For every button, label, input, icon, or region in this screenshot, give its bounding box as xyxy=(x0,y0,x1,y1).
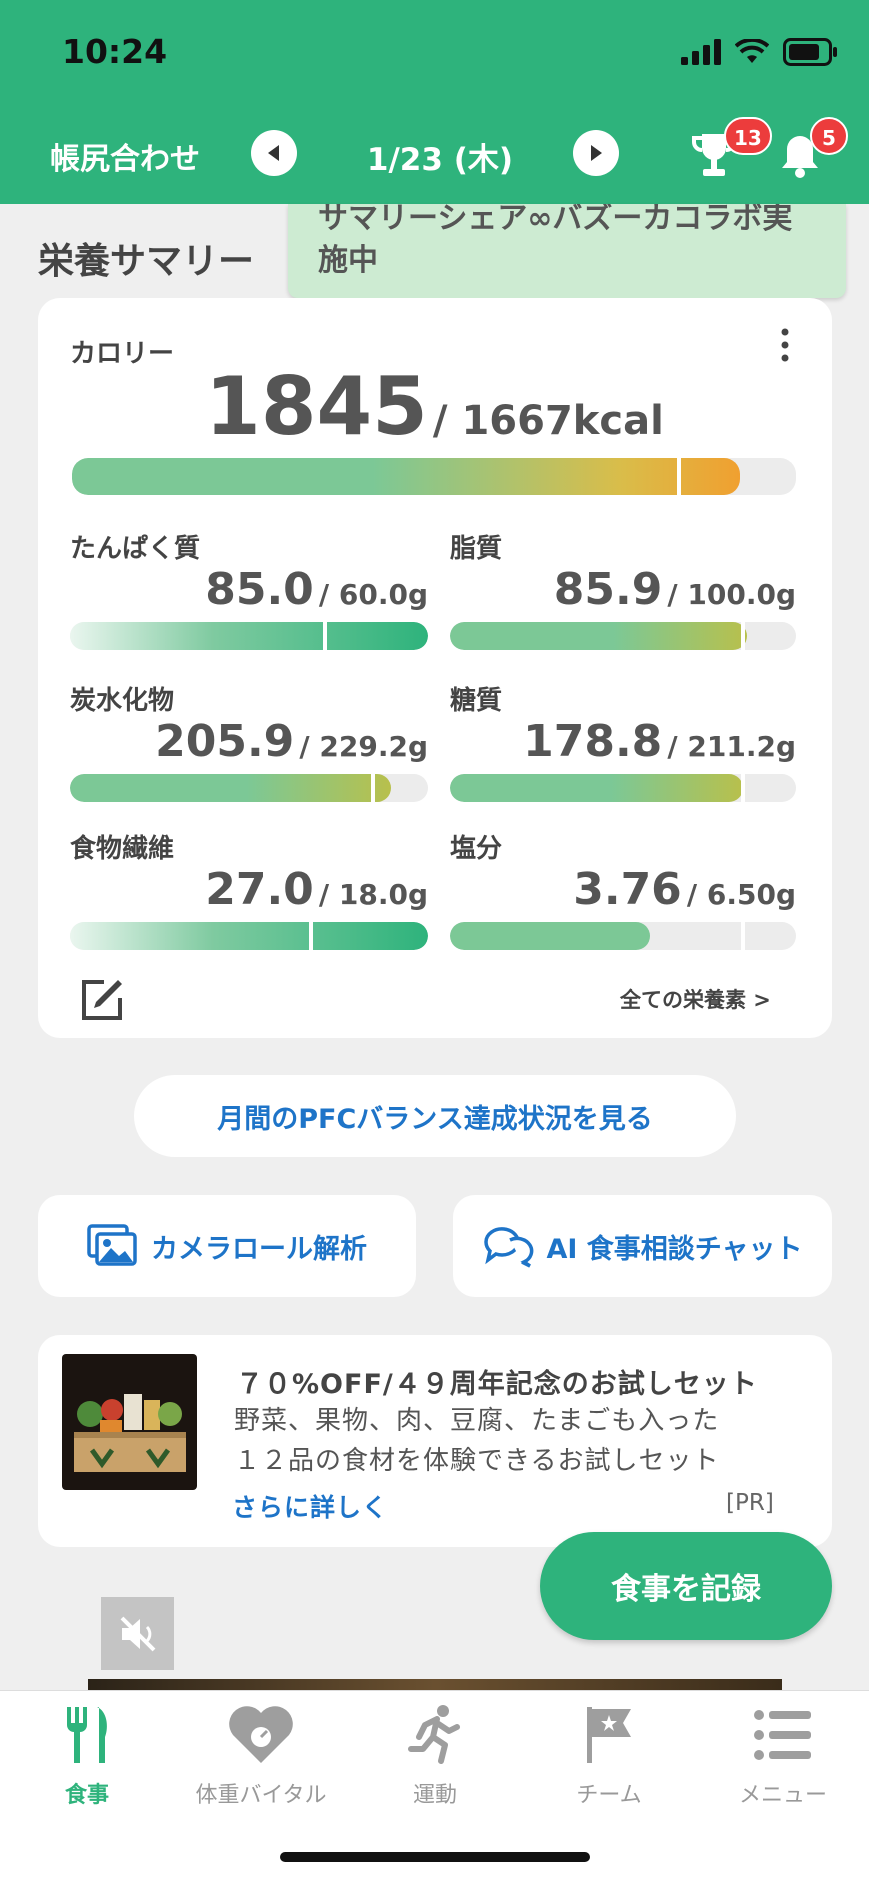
protein-progress-bar xyxy=(70,622,428,650)
carbs-target: / 229.2g xyxy=(299,730,428,763)
calorie-target-marker xyxy=(677,458,681,495)
carbs-target-marker xyxy=(371,774,375,802)
campaign-tooltip-text: サマリーシェア∞バズーカコラボ実施中 xyxy=(318,204,793,278)
triangle-right-icon xyxy=(591,145,602,161)
carbs-label: 炭水化物 xyxy=(70,686,175,716)
carbs-value: 205.9 xyxy=(155,716,295,767)
salt-progress-fill xyxy=(450,922,650,950)
edit-icon xyxy=(82,980,122,1020)
ad-description-line2: １２品の食材を体験できるお試しセット xyxy=(234,1446,720,1476)
tab-meal[interactable]: 食事 xyxy=(0,1703,174,1809)
fiber-target: / 18.0g xyxy=(318,878,428,911)
section-title: 栄養サマリー xyxy=(38,241,255,282)
current-date[interactable]: 1/23 (木) xyxy=(340,134,540,179)
salt-label: 塩分 xyxy=(450,834,503,864)
prev-day-button[interactable] xyxy=(251,130,297,176)
heart-scale-icon xyxy=(229,1706,293,1763)
record-meal-button[interactable]: 食事を記録 xyxy=(540,1532,832,1640)
ad-product-image[interactable] xyxy=(62,1354,197,1490)
fiber-progress-fill xyxy=(70,922,428,950)
chat-bubbles-icon xyxy=(484,1227,534,1268)
ai-chat-button[interactable]: AI 食事相談チャット xyxy=(453,1195,832,1297)
pfc-balance-button[interactable]: 月間のPFCバランス達成状況を見る xyxy=(134,1075,736,1157)
speaker-muted-icon xyxy=(120,1616,155,1651)
salt-target-marker xyxy=(741,922,745,950)
calorie-value-row: 1845 / 1667kcal xyxy=(0,360,869,453)
fat-progress-fill xyxy=(450,622,748,650)
battery-icon xyxy=(783,38,837,66)
sugar-target-marker xyxy=(741,774,745,802)
edit-button[interactable] xyxy=(78,976,126,1028)
protein-label: たんぱく質 xyxy=(70,534,201,564)
sugar-value-row: 178.8 / 211.2g xyxy=(450,716,796,767)
tab-menu-label: メニュー xyxy=(738,1783,827,1808)
runner-icon xyxy=(408,1705,460,1764)
signal-icon xyxy=(681,39,721,65)
fiber-value-row: 27.0 / 18.0g xyxy=(70,864,428,915)
sugar-label: 糖質 xyxy=(450,686,503,716)
fiber-value: 27.0 xyxy=(205,864,314,915)
tab-team[interactable]: チーム xyxy=(522,1703,696,1809)
next-day-button[interactable] xyxy=(573,130,619,176)
protein-target: / 60.0g xyxy=(318,578,428,611)
calorie-progress-fill xyxy=(72,458,740,495)
sugar-value: 178.8 xyxy=(523,716,663,767)
ad-description-line1: 野菜、果物、肉、豆腐、たまごも入った xyxy=(234,1406,720,1436)
video-ad-strip[interactable] xyxy=(88,1679,782,1690)
calorie-target: / 1667kcal xyxy=(432,398,664,444)
fiber-progress-bar xyxy=(70,922,428,950)
calorie-value: 1845 xyxy=(205,360,428,453)
fiber-target-marker xyxy=(309,922,313,950)
ad-more-link[interactable]: さらに詳しく xyxy=(232,1488,388,1524)
tab-meal-label: 食事 xyxy=(64,1783,109,1808)
menu-list-icon xyxy=(754,1710,811,1760)
fiber-label: 食物繊維 xyxy=(70,834,175,864)
vegetable-box-image xyxy=(74,1394,186,1472)
fork-knife-icon xyxy=(67,1707,107,1763)
protein-value: 85.0 xyxy=(205,564,314,615)
mute-button[interactable] xyxy=(101,1597,174,1670)
protein-value-row: 85.0 / 60.0g xyxy=(70,564,428,615)
header-title: 帳尻合わせ xyxy=(50,142,200,177)
status-icons xyxy=(681,38,839,66)
ad-title: ７０%OFF/４９周年記念のお試しセット xyxy=(236,1369,758,1400)
all-nutrients-link[interactable]: 全ての栄養素 > xyxy=(620,984,771,1014)
protein-progress-fill xyxy=(70,622,428,650)
campaign-tooltip[interactable]: サマリーシェア∞バズーカコラボ実施中 xyxy=(288,204,846,298)
tab-weight-vitals-label: 体重バイタル xyxy=(195,1783,327,1808)
calorie-progress-bar xyxy=(72,458,796,495)
protein-target-marker xyxy=(323,622,327,650)
fat-value: 85.9 xyxy=(553,564,663,615)
fat-label: 脂質 xyxy=(450,534,503,564)
wifi-icon xyxy=(735,39,769,63)
tab-exercise[interactable]: 運動 xyxy=(348,1703,522,1809)
flag-star-icon xyxy=(587,1707,631,1763)
tab-team-label: チーム xyxy=(576,1783,642,1808)
fat-target: / 100.0g xyxy=(667,578,796,611)
photo-gallery-icon xyxy=(87,1224,137,1266)
tab-weight-vitals[interactable]: 体重バイタル xyxy=(174,1703,348,1809)
carbs-value-row: 205.9 / 229.2g xyxy=(70,716,428,767)
sugar-target: / 211.2g xyxy=(667,730,796,763)
fat-target-marker xyxy=(741,622,745,650)
carbs-progress-fill xyxy=(70,774,392,802)
camera-roll-button[interactable]: カメラロール解析 xyxy=(38,1195,416,1297)
salt-value-row: 3.76 / 6.50g xyxy=(450,864,796,915)
notification-badge: 5 xyxy=(810,117,848,155)
tab-exercise-label: 運動 xyxy=(412,1783,457,1808)
camera-roll-label: カメラロール解析 xyxy=(151,1233,367,1265)
tab-menu[interactable]: メニュー xyxy=(696,1703,869,1809)
salt-target: / 6.50g xyxy=(686,878,796,911)
status-time: 10:24 xyxy=(62,32,168,71)
trophy-badge: 13 xyxy=(724,117,772,155)
salt-value: 3.76 xyxy=(573,864,682,915)
ad-pr-label: [PR] xyxy=(726,1490,774,1516)
sugar-progress-fill xyxy=(450,774,744,802)
triangle-left-icon xyxy=(268,145,279,161)
home-indicator xyxy=(280,1852,590,1862)
fat-value-row: 85.9 / 100.0g xyxy=(450,564,796,615)
ai-chat-label: AI 食事相談チャット xyxy=(546,1233,803,1265)
